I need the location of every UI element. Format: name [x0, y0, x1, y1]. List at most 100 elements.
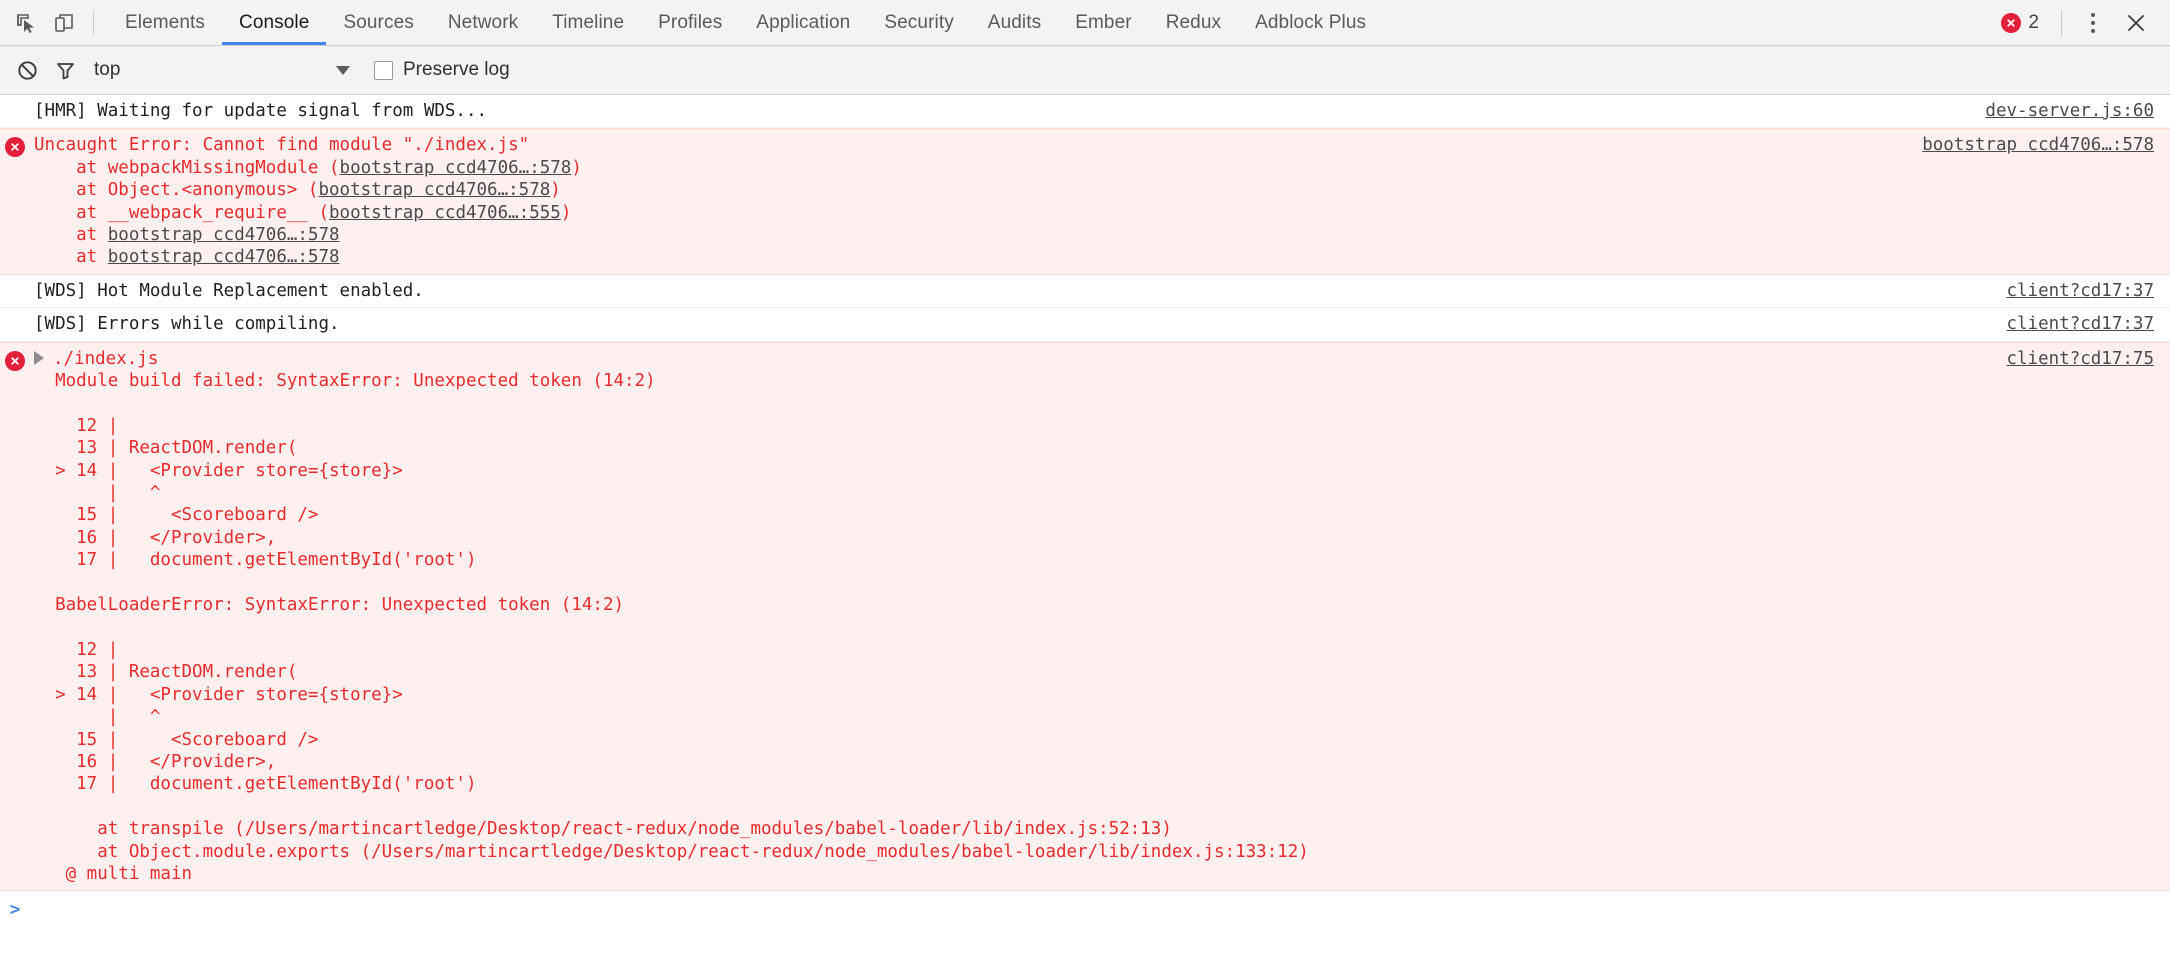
tab-profiles[interactable]: Profiles: [641, 0, 739, 45]
row-gutter: [0, 280, 30, 283]
stack-frame-prefix: at: [34, 225, 108, 246]
error-detail-line: BabelLoaderError: SyntaxError: Unexpecte…: [34, 595, 625, 616]
error-detail-line: 12 |: [34, 415, 119, 436]
stack-frame-link[interactable]: bootstrap ccd4706…:578: [108, 225, 340, 245]
execution-context-select[interactable]: top: [94, 59, 364, 81]
console-filter-bar: top Preserve log: [0, 46, 2170, 95]
error-stack-path: at Object.module.exports (/Users/martinc…: [34, 841, 1309, 862]
tab-console[interactable]: Console: [222, 0, 327, 45]
console-row-error[interactable]: Uncaught Error: Cannot find module "./in…: [0, 128, 2170, 275]
stack-frame-suffix: ): [560, 202, 572, 223]
log-message-text: [WDS] Errors while compiling.: [34, 314, 340, 335]
preserve-log-label: Preserve log: [403, 59, 510, 80]
row-gutter: [0, 313, 30, 316]
stack-frame-link[interactable]: bootstrap ccd4706…:578: [108, 247, 340, 267]
inspect-element-icon[interactable]: [7, 4, 45, 42]
clear-console-icon[interactable]: [8, 51, 46, 89]
error-count-badge[interactable]: 2: [1995, 12, 2045, 34]
console-message-list[interactable]: [HMR] Waiting for update signal from WDS…: [0, 95, 2170, 964]
error-detail-line: Module build failed: SyntaxError: Unexpe…: [34, 371, 656, 392]
prompt-chevron-icon: >: [9, 899, 21, 921]
error-icon: [2001, 12, 2022, 33]
stack-frame-link[interactable]: bootstrap ccd4706…:578: [340, 158, 572, 178]
toolbar-divider-right: [2061, 9, 2062, 36]
row-body: [HMR] Waiting for update signal from WDS…: [30, 100, 2170, 122]
console-prompt-input[interactable]: [30, 898, 2170, 922]
tab-label: Application: [756, 11, 851, 33]
console-row-log[interactable]: [HMR] Waiting for update signal from WDS…: [0, 95, 2170, 129]
tab-label: Timeline: [552, 11, 625, 33]
stack-frame-suffix: ): [571, 157, 582, 178]
row-body: Uncaught Error: Cannot find module "./in…: [30, 134, 2170, 268]
console-row-log[interactable]: [WDS] Errors while compiling. client?cd1…: [0, 308, 2170, 342]
error-detail-line: 17 | document.getElementById('root'): [34, 550, 477, 571]
stack-frame: at Object.<anonymous> (bootstrap ccd4706…: [30, 179, 2154, 201]
tab-ember[interactable]: Ember: [1058, 0, 1148, 45]
error-detail-line: | ^: [34, 707, 161, 728]
stack-frame: at webpackMissingModule (bootstrap ccd47…: [30, 157, 2154, 179]
tab-label: Sources: [343, 11, 414, 33]
error-detail-line: 17 | document.getElementById('root'): [34, 774, 477, 795]
tab-label: Audits: [987, 11, 1042, 33]
tab-redux[interactable]: Redux: [1149, 0, 1238, 45]
error-count-label: 2: [2028, 11, 2039, 33]
row-body: [WDS] Errors while compiling.: [30, 313, 2170, 335]
tab-label: Security: [884, 11, 954, 33]
row-gutter: [0, 100, 30, 103]
disclosure-triangle-icon[interactable]: [34, 350, 44, 365]
source-link[interactable]: client?cd17:37: [2006, 313, 2154, 335]
error-icon: [5, 350, 25, 371]
tab-sources[interactable]: Sources: [326, 0, 430, 45]
tab-application[interactable]: Application: [739, 0, 867, 45]
error-detail-spacer: [30, 572, 2154, 594]
error-detail-spacer: [30, 392, 2154, 414]
tab-security[interactable]: Security: [867, 0, 970, 45]
tab-label: Network: [447, 11, 519, 33]
chevron-down-icon: [336, 65, 350, 75]
stack-frame-link[interactable]: bootstrap ccd4706…:578: [318, 180, 550, 200]
devtools-toolbar: Elements Console Sources Network Timelin…: [0, 0, 2170, 46]
row-body: [WDS] Hot Module Replacement enabled.: [30, 280, 2170, 302]
row-body: ./index.js Module build failed: SyntaxEr…: [30, 348, 2170, 886]
error-detail-spacer: [30, 796, 2154, 818]
console-row-error-group[interactable]: ./index.js Module build failed: SyntaxEr…: [0, 341, 2170, 892]
error-detail-line: 12 |: [34, 639, 119, 660]
error-detail-line: 15 | <Scoreboard />: [34, 729, 319, 750]
row-gutter: [0, 348, 30, 371]
log-message-text: [WDS] Hot Module Replacement enabled.: [34, 280, 424, 301]
more-options-icon[interactable]: [2078, 12, 2108, 33]
tab-adblock-plus[interactable]: Adblock Plus: [1238, 0, 1383, 45]
error-group-title: ./index.js: [53, 348, 159, 369]
error-detail-line: 16 | </Provider>,: [34, 527, 277, 548]
tab-timeline[interactable]: Timeline: [535, 0, 641, 45]
stack-frame-prefix: at Object.<anonymous> (: [34, 180, 319, 201]
stack-frame-link[interactable]: bootstrap ccd4706…:555: [329, 203, 561, 223]
stack-frame: at bootstrap ccd4706…:578: [30, 224, 2154, 246]
console-row-log[interactable]: [WDS] Hot Module Replacement enabled. cl…: [0, 275, 2170, 309]
error-detail-spacer: [30, 617, 2154, 639]
stack-frame-suffix: ): [550, 180, 561, 201]
error-icon: [5, 137, 25, 158]
source-link[interactable]: client?cd17:37: [2006, 280, 2154, 302]
source-link[interactable]: bootstrap ccd4706…:578: [1922, 134, 2154, 156]
devtools-tabs: Elements Console Sources Network Timelin…: [108, 0, 1383, 45]
checkbox-box[interactable]: [374, 60, 393, 80]
tab-network[interactable]: Network: [431, 0, 535, 45]
source-link[interactable]: client?cd17:75: [2006, 348, 2154, 370]
log-message-text: [HMR] Waiting for update signal from WDS…: [34, 101, 488, 121]
tab-audits[interactable]: Audits: [971, 0, 1058, 45]
filter-icon[interactable]: [46, 51, 84, 89]
close-icon[interactable]: [2118, 5, 2154, 41]
preserve-log-checkbox[interactable]: Preserve log: [374, 59, 510, 81]
console-prompt-row[interactable]: >: [0, 891, 2170, 923]
tab-elements[interactable]: Elements: [108, 0, 222, 45]
stack-frame-prefix: at __webpack_require__ (: [34, 202, 330, 223]
error-detail-line: | ^: [34, 483, 161, 504]
error-title: Uncaught Error: Cannot find module "./in…: [34, 135, 530, 156]
source-link[interactable]: dev-server.js:60: [1985, 100, 2154, 122]
device-toolbar-icon[interactable]: [45, 4, 83, 42]
error-detail-line: > 14 | <Provider store={store}>: [34, 460, 403, 481]
stack-frame: at bootstrap ccd4706…:578: [30, 246, 2154, 268]
error-group-header[interactable]: ./index.js: [30, 348, 2154, 370]
tab-label: Redux: [1165, 11, 1222, 33]
